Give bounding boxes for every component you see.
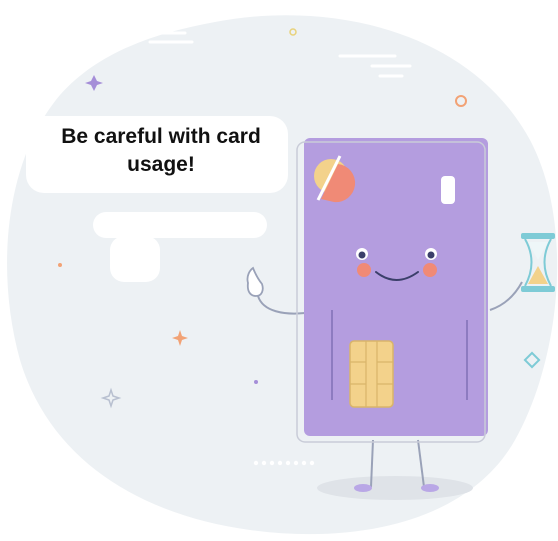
- card-shadow: [317, 476, 473, 500]
- chip-icon: [349, 340, 394, 408]
- speech-bubble-text: Be careful with card usage!: [61, 125, 261, 176]
- card-illustration: [7, 15, 558, 535]
- illustration-stage: Be careful with card usage!: [0, 0, 558, 541]
